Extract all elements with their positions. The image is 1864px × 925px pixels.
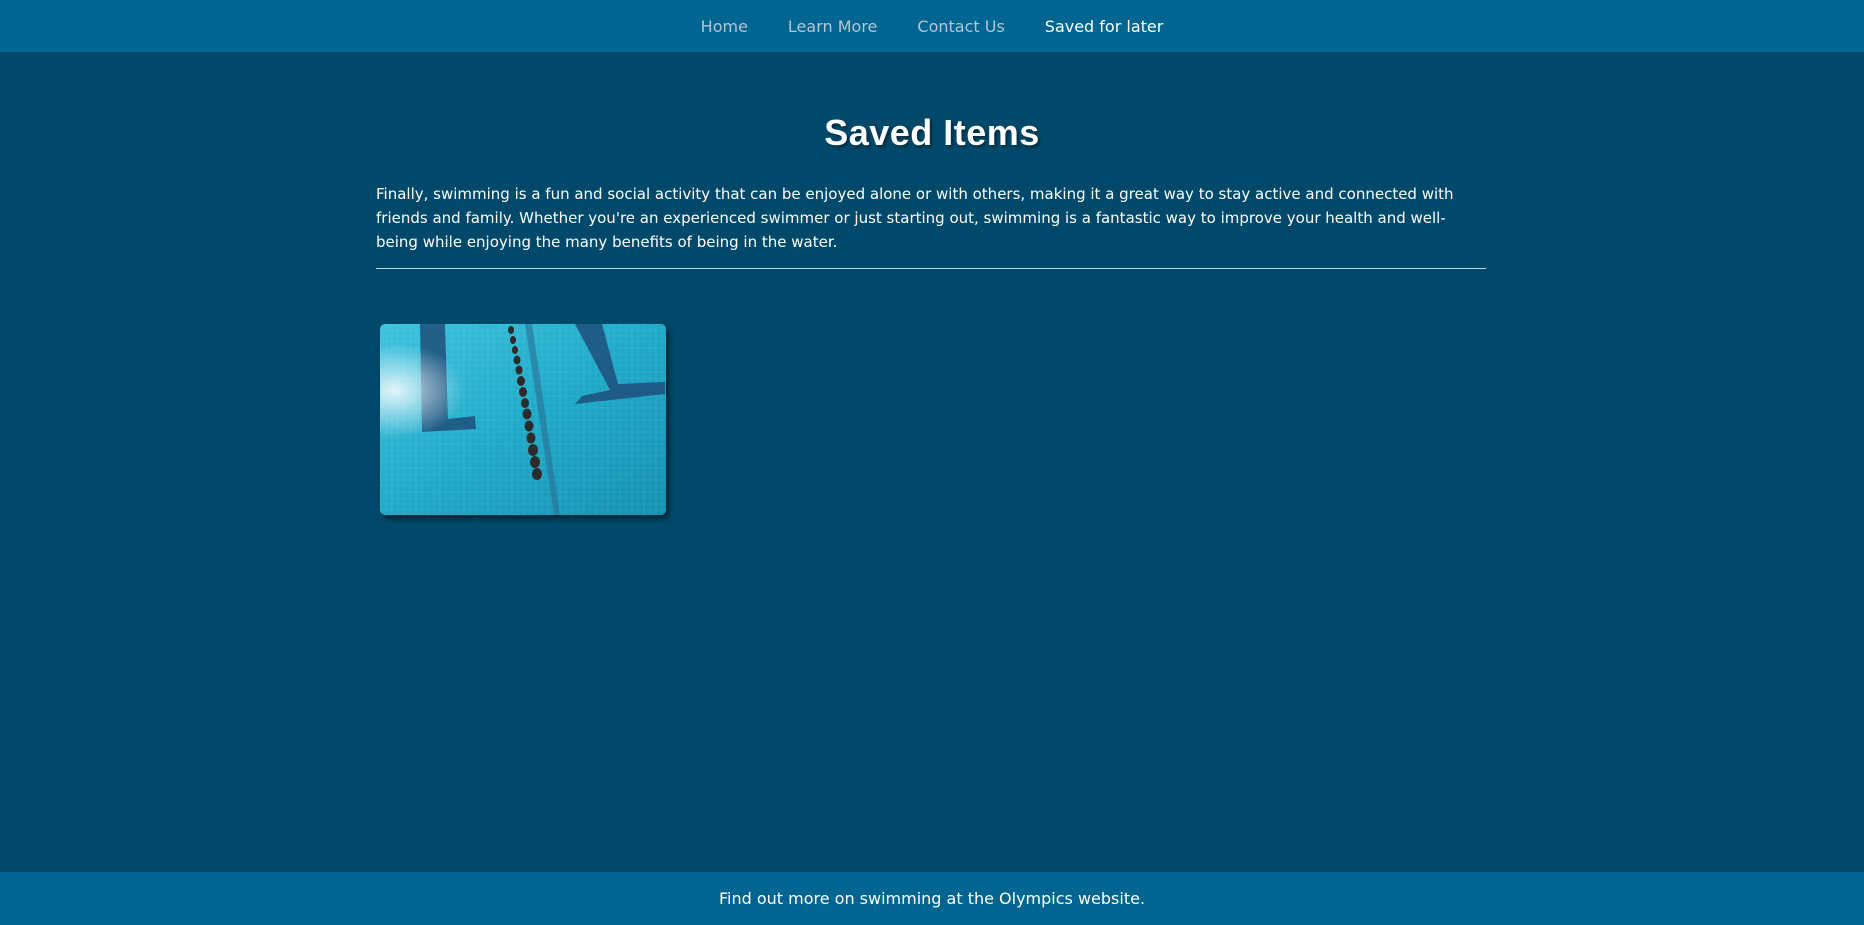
footer: Find out more on swimming at the Olympic… (0, 872, 1864, 925)
nav-home[interactable]: Home (701, 17, 748, 36)
intro-paragraph: Finally, swimming is a fun and social ac… (376, 185, 1454, 251)
saved-item-card[interactable] (380, 324, 666, 515)
nav-saved-for-later[interactable]: Saved for later (1045, 17, 1164, 36)
top-nav: Home Learn More Contact Us Saved for lat… (0, 0, 1864, 52)
swimming-pool-image (380, 324, 666, 515)
nav-contact-us[interactable]: Contact Us (917, 17, 1004, 36)
divider (376, 268, 1486, 269)
page-title: Saved Items (824, 112, 1040, 154)
main-content: Saved Items Finally, swimming is a fun a… (0, 52, 1864, 872)
footer-text[interactable]: Find out more on swimming at the Olympic… (719, 889, 1145, 908)
nav-learn-more[interactable]: Learn More (788, 17, 877, 36)
